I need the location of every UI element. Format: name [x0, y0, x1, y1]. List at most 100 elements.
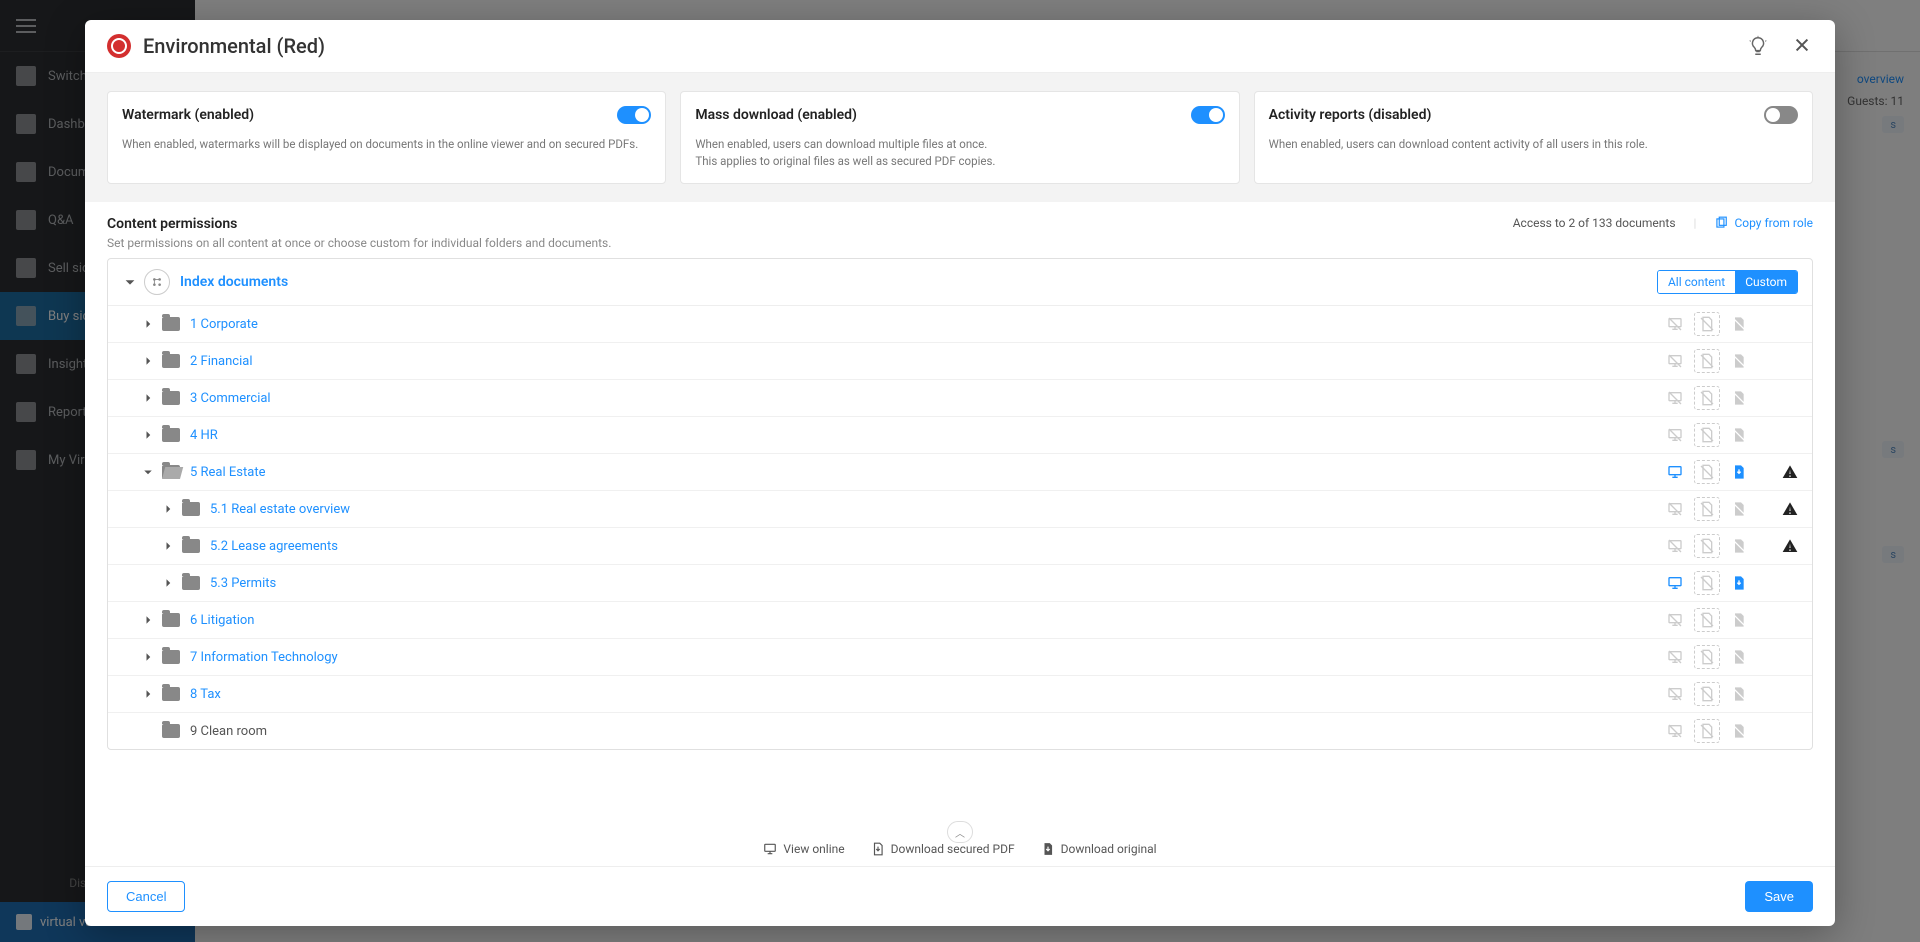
folder-label[interactable]: 5.2 Lease agreements [210, 539, 1662, 554]
folder-label[interactable]: 8 Tax [190, 687, 1662, 702]
toggle-switch[interactable] [1764, 106, 1798, 124]
folder-row: 5.1 Real estate overview [108, 491, 1812, 528]
folder-icon [162, 650, 180, 664]
folder-row: 2 Financial [108, 343, 1812, 380]
perm-view-icon[interactable] [1662, 497, 1688, 521]
perm-view-icon[interactable] [1662, 645, 1688, 669]
perm-view-icon[interactable] [1662, 386, 1688, 410]
chevron-icon[interactable] [140, 316, 156, 332]
custom-button[interactable]: Custom [1735, 271, 1797, 293]
chevron-icon[interactable] [140, 427, 156, 443]
perm-original-icon[interactable] [1726, 423, 1752, 447]
access-count: Access to 2 of 133 documents [1513, 216, 1676, 230]
warning-icon [1782, 464, 1798, 480]
chevron-icon[interactable] [160, 575, 176, 591]
index-documents-label[interactable]: Index documents [180, 274, 1657, 290]
perm-original-icon[interactable] [1726, 682, 1752, 706]
chevron-icon[interactable] [140, 612, 156, 628]
perm-original-icon[interactable] [1726, 645, 1752, 669]
perm-icons-group [1662, 534, 1752, 558]
perm-view-icon[interactable] [1662, 608, 1688, 632]
card-description: When enabled, watermarks will be display… [122, 136, 651, 153]
toggle-switch[interactable] [617, 106, 651, 124]
chevron-icon[interactable] [160, 538, 176, 554]
perm-pdf-icon[interactable] [1694, 645, 1720, 669]
card-description: When enabled, users can download multipl… [695, 136, 1224, 169]
hint-bulb-icon[interactable] [1747, 35, 1769, 57]
perm-view-icon[interactable] [1662, 571, 1688, 595]
settings-card: Watermark (enabled)When enabled, waterma… [107, 91, 666, 184]
collapse-pill-icon[interactable]: ︿ [947, 821, 973, 843]
modal-title: Environmental (Red) [143, 34, 1747, 58]
perm-pdf-icon[interactable] [1694, 497, 1720, 521]
perm-original-icon[interactable] [1726, 349, 1752, 373]
close-icon[interactable] [1793, 36, 1813, 56]
perm-pdf-icon[interactable] [1694, 386, 1720, 410]
perm-view-icon[interactable] [1662, 312, 1688, 336]
chevron-icon[interactable] [140, 390, 156, 406]
perm-pdf-icon[interactable] [1694, 534, 1720, 558]
card-title: Mass download (enabled) [695, 107, 857, 123]
perm-original-icon[interactable] [1726, 386, 1752, 410]
legend-bar: ︿ View online Download secured PDF Downl… [85, 832, 1835, 866]
folder-label: 9 Clean room [190, 724, 1662, 739]
perm-original-icon[interactable] [1726, 719, 1752, 743]
perm-original-icon[interactable] [1726, 571, 1752, 595]
perm-original-icon[interactable] [1726, 460, 1752, 484]
folder-icon [162, 354, 180, 368]
folder-label[interactable]: 3 Commercial [190, 391, 1662, 406]
chevron-icon[interactable] [140, 686, 156, 702]
folder-row: 5 Real Estate [108, 454, 1812, 491]
folder-label[interactable]: 5 Real Estate [190, 465, 1662, 480]
perm-original-icon[interactable] [1726, 534, 1752, 558]
chevron-icon[interactable] [160, 501, 176, 517]
chevron-icon[interactable] [140, 649, 156, 665]
perm-view-icon[interactable] [1662, 460, 1688, 484]
perm-original-icon[interactable] [1726, 497, 1752, 521]
folder-row: 4 HR [108, 417, 1812, 454]
cancel-button[interactable]: Cancel [107, 881, 185, 912]
perm-view-icon[interactable] [1662, 682, 1688, 706]
copy-from-role-label: Copy from role [1734, 216, 1813, 230]
perm-pdf-icon[interactable] [1694, 423, 1720, 447]
perm-icons-group [1662, 460, 1752, 484]
chevron-down-icon[interactable] [122, 274, 138, 290]
settings-cards-row: Watermark (enabled)When enabled, waterma… [85, 73, 1835, 202]
perm-view-icon[interactable] [1662, 423, 1688, 447]
toggle-switch[interactable] [1191, 106, 1225, 124]
save-button[interactable]: Save [1745, 881, 1813, 912]
perm-pdf-icon[interactable] [1694, 608, 1720, 632]
folder-label[interactable]: 4 HR [190, 428, 1662, 443]
folder-label[interactable]: 1 Corporate [190, 317, 1662, 332]
legend-view-online: View online [763, 842, 844, 856]
perm-view-icon[interactable] [1662, 719, 1688, 743]
perm-pdf-icon[interactable] [1694, 460, 1720, 484]
all-content-button[interactable]: All content [1658, 271, 1735, 293]
perm-view-icon[interactable] [1662, 534, 1688, 558]
warning-icon [1782, 501, 1798, 517]
settings-card: Mass download (enabled) When enabled, use… [680, 91, 1239, 184]
perm-icons-group [1662, 571, 1752, 595]
modal-body: Watermark (enabled)When enabled, waterma… [85, 73, 1835, 832]
folder-label[interactable]: 5.1 Real estate overview [210, 502, 1662, 517]
perm-pdf-icon[interactable] [1694, 312, 1720, 336]
card-title: Activity reports (disabled) [1269, 107, 1432, 123]
folder-label[interactable]: 7 Information Technology [190, 650, 1662, 665]
perm-pdf-icon[interactable] [1694, 571, 1720, 595]
perm-pdf-icon[interactable] [1694, 349, 1720, 373]
copy-from-role-link[interactable]: Copy from role [1714, 216, 1813, 230]
chevron-icon[interactable] [140, 353, 156, 369]
perm-original-icon[interactable] [1726, 608, 1752, 632]
perm-original-icon[interactable] [1726, 312, 1752, 336]
folder-row: 3 Commercial [108, 380, 1812, 417]
folder-icon [162, 428, 180, 442]
perm-view-icon[interactable] [1662, 349, 1688, 373]
folder-label[interactable]: 6 Litigation [190, 613, 1662, 628]
folder-label[interactable]: 2 Financial [190, 354, 1662, 369]
perm-pdf-icon[interactable] [1694, 719, 1720, 743]
chevron-icon[interactable] [140, 464, 156, 480]
folder-row: 6 Litigation [108, 602, 1812, 639]
perm-icons-group [1662, 349, 1752, 373]
folder-label[interactable]: 5.3 Permits [210, 576, 1662, 591]
perm-pdf-icon[interactable] [1694, 682, 1720, 706]
